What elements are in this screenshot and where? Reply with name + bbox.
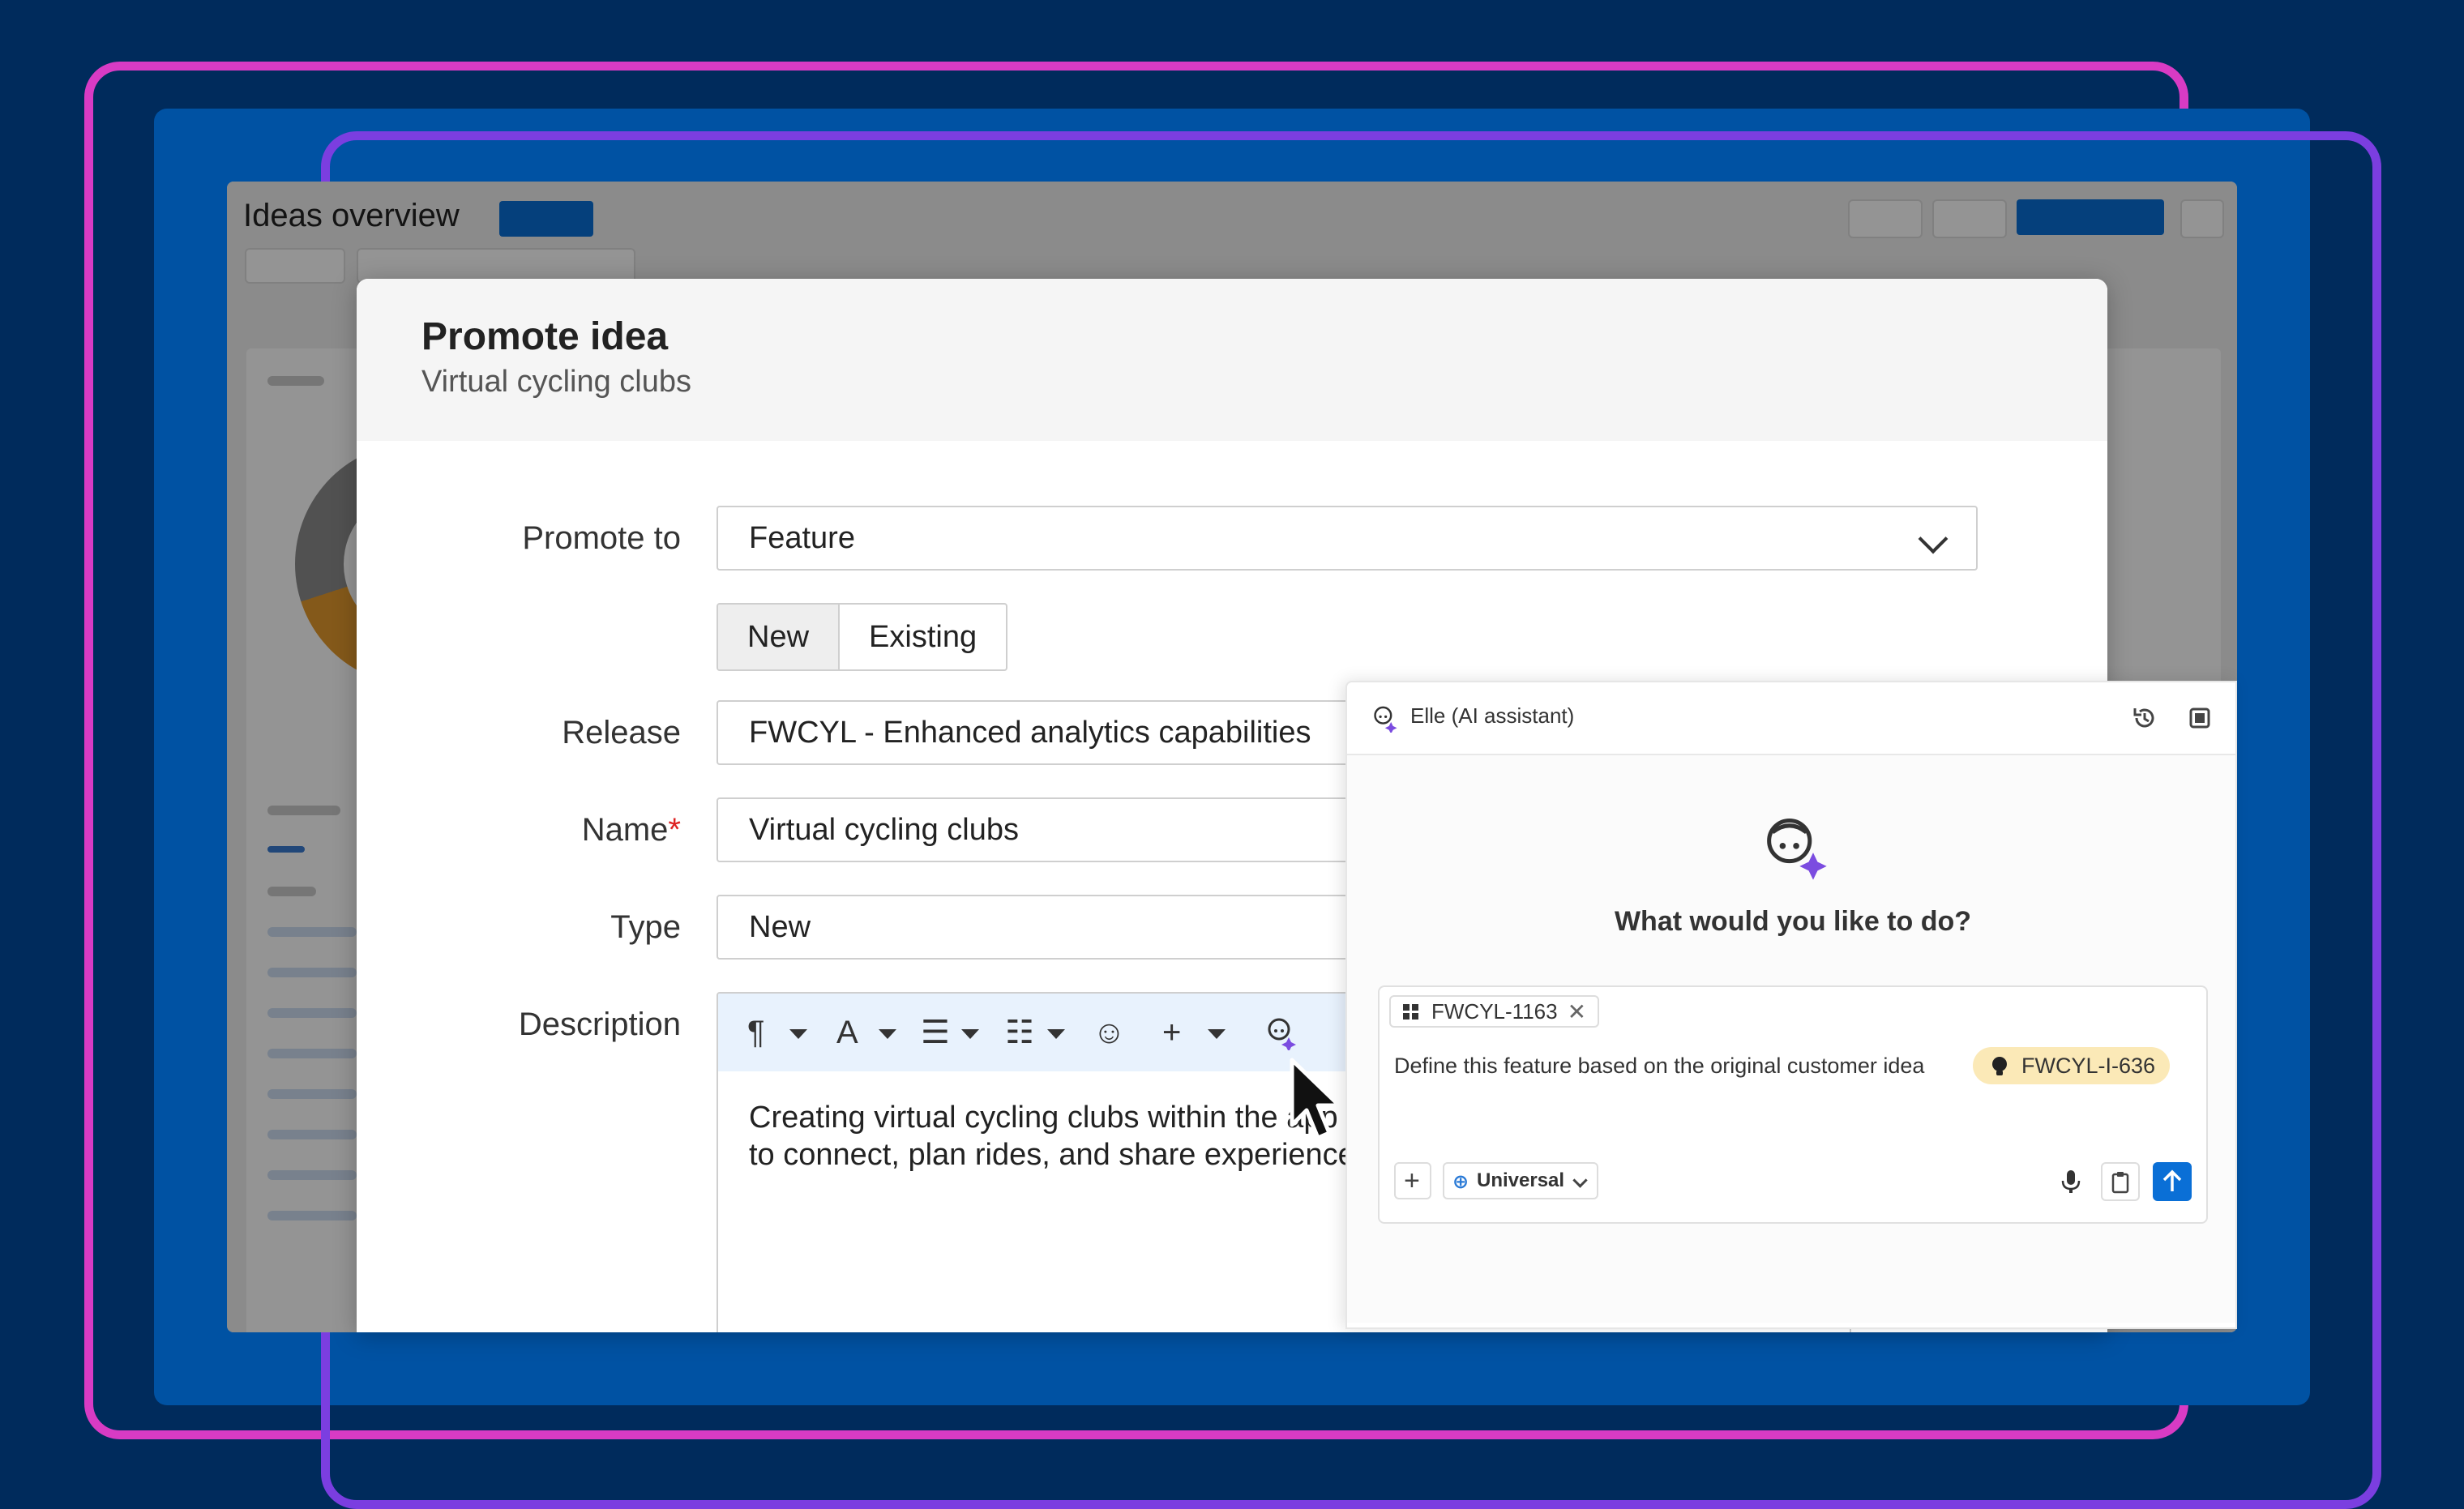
idea-reference-chip[interactable]: FWCYL-I-636 — [1973, 1047, 2171, 1084]
chevron-down-icon — [1918, 524, 1949, 554]
microphone-icon[interactable] — [2059, 1169, 2083, 1195]
ai-assistant-icon[interactable] — [1263, 1015, 1298, 1058]
ai-panel-body: What would you like to do? FWCYL-1163 ✕ … — [1347, 755, 2235, 1323]
chevron-down-icon[interactable] — [1047, 1029, 1065, 1039]
collapse-panel-icon[interactable] — [2187, 705, 2213, 731]
lightbulb-icon — [1992, 1057, 2007, 1075]
prompt-text[interactable]: Define this feature based on the origina… — [1394, 1054, 1924, 1079]
list-icon[interactable]: ☷ — [1005, 1015, 1034, 1050]
description-text: Creating virtual cycling clubs within th… — [749, 1101, 1371, 1172]
globe-icon: ⊕ — [1452, 1171, 1469, 1193]
ai-assistant-icon — [1374, 706, 1397, 733]
modal-header: Promote idea Virtual cycling clubs — [357, 279, 2107, 441]
arrow-up-icon — [2162, 1169, 2182, 1191]
plus-icon[interactable]: + — [1162, 1015, 1181, 1050]
ai-compose-box[interactable]: FWCYL-1163 ✕ Define this feature based o… — [1378, 985, 2208, 1224]
release-label: Release — [562, 715, 681, 750]
add-attachment-button[interactable]: + — [1394, 1162, 1431, 1199]
align-icon[interactable]: ☰ — [921, 1015, 950, 1050]
chevron-down-icon[interactable] — [879, 1029, 896, 1039]
release-value: FWCYL - Enhanced analytics capabilities — [749, 715, 1311, 750]
close-icon[interactable]: ✕ — [1568, 998, 1586, 1025]
clipboard-button[interactable] — [2101, 1162, 2140, 1201]
modal-title: Promote idea — [421, 315, 669, 358]
required-marker: * — [668, 812, 681, 848]
type-label: Type — [610, 909, 681, 945]
modal-subtitle: Virtual cycling clubs — [421, 365, 692, 399]
plus-icon: + — [1404, 1165, 1420, 1196]
toggle-existing[interactable]: Existing — [840, 605, 1006, 669]
idea-chip-label: FWCYL-I-636 — [2021, 1053, 2156, 1078]
toggle-new[interactable]: New — [718, 605, 841, 669]
new-existing-toggle: New Existing — [717, 603, 1008, 671]
description-label: Description — [518, 1007, 681, 1042]
context-tag-label: FWCYL-1163 — [1431, 998, 1558, 1024]
type-value: New — [749, 909, 811, 944]
mouse-cursor-icon — [1290, 1058, 1341, 1140]
send-button[interactable] — [2153, 1162, 2192, 1201]
ai-assistant-panel: Elle (AI assistant) What would you like … — [1345, 681, 2237, 1329]
promote-to-value: Feature — [749, 520, 855, 555]
ai-panel-title: Elle (AI assistant) — [1410, 703, 1575, 728]
grid-icon — [1403, 1004, 1418, 1020]
chevron-down-icon[interactable] — [1208, 1029, 1226, 1039]
ai-question: What would you like to do? — [1614, 906, 1972, 937]
chevron-down-icon[interactable] — [789, 1029, 807, 1039]
history-icon[interactable] — [2130, 703, 2159, 733]
chevron-down-icon[interactable] — [961, 1029, 979, 1039]
name-value: Virtual cycling clubs — [749, 812, 1020, 847]
chevron-down-icon — [1572, 1173, 1588, 1188]
name-label: Name* — [581, 812, 681, 848]
ai-panel-header: Elle (AI assistant) — [1347, 682, 2235, 755]
clipboard-icon — [2111, 1172, 2129, 1194]
emoji-icon[interactable]: ☺ — [1093, 1015, 1126, 1050]
mode-value: Universal — [1477, 1169, 1565, 1191]
context-tag[interactable]: FWCYL-1163 ✕ — [1389, 995, 1600, 1028]
promote-to-select[interactable]: Feature — [717, 506, 1978, 571]
paragraph-icon[interactable]: ¶ — [747, 1015, 764, 1050]
mode-select[interactable]: ⊕ Universal — [1443, 1162, 1599, 1199]
ai-assistant-large-icon — [1767, 818, 1827, 880]
promote-to-label: Promote to — [522, 520, 681, 556]
font-icon[interactable]: A — [836, 1015, 858, 1050]
